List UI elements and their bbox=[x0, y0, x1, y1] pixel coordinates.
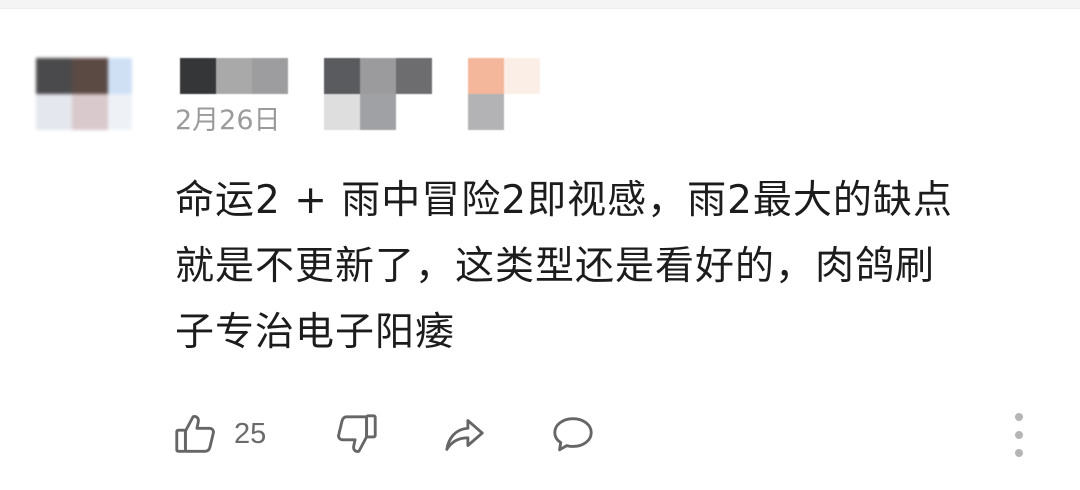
comment-text-line: 命运2 + 雨中冒险2即视感，雨2最大的缺点 bbox=[175, 178, 953, 223]
share-button[interactable] bbox=[442, 410, 488, 458]
like-count: 25 bbox=[234, 417, 267, 450]
vertical-ellipsis-icon bbox=[1015, 431, 1023, 439]
comment-timestamp: 2月26日 bbox=[175, 105, 281, 136]
thumbs-down-icon bbox=[337, 414, 377, 453]
user-badge-mosaic bbox=[324, 58, 432, 130]
reply-button[interactable] bbox=[550, 410, 596, 458]
share-arrow-icon bbox=[445, 419, 484, 451]
more-options-button[interactable] bbox=[1008, 413, 1030, 457]
comment-text-line: 就是不更新了，这类型还是看好的，肉鸽刷 bbox=[175, 244, 936, 289]
speech-bubble-icon bbox=[553, 417, 593, 452]
user-level-mosaic bbox=[468, 58, 540, 130]
avatar[interactable] bbox=[36, 58, 132, 130]
username-mosaic[interactable] bbox=[180, 58, 288, 94]
vertical-ellipsis-icon bbox=[1015, 413, 1023, 421]
comment-text: 命运2 + 雨中冒险2即视感，雨2最大的缺点 就是不更新了，这类型还是看好的，肉… bbox=[175, 168, 1035, 366]
dislike-button[interactable] bbox=[334, 410, 380, 458]
thumbs-up-icon bbox=[175, 415, 215, 453]
section-divider bbox=[0, 0, 1080, 9]
like-button[interactable]: 25 bbox=[172, 410, 266, 458]
vertical-ellipsis-icon bbox=[1015, 449, 1023, 457]
comment-text-line: 子专治电子阳痿 bbox=[175, 310, 456, 355]
